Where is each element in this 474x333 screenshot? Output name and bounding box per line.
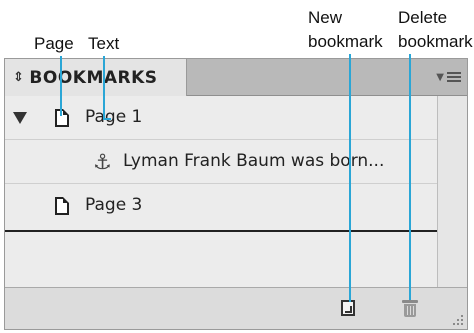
panel-menu-icon[interactable]: ▼ [431, 68, 461, 86]
expand-triangle-icon[interactable] [13, 112, 27, 124]
menu-lines-icon [447, 70, 461, 84]
callout-new-bookmark-line1: New [308, 8, 343, 27]
leader-line-page [60, 56, 62, 116]
menu-arrow-icon: ▼ [436, 71, 444, 83]
tab-bookmarks-label: BOOKMARKS [29, 67, 158, 88]
leader-line-delete [409, 54, 411, 300]
panel-tabstrip: ⇕ BOOKMARKS ▼ [5, 59, 467, 96]
callout-text: Text [88, 34, 120, 53]
trash-icon [404, 304, 416, 317]
callout-new-bookmark-line2: bookmark [308, 32, 383, 51]
new-bookmark-button[interactable] [341, 300, 355, 316]
bookmark-label: Page 1 [85, 107, 143, 127]
screenshot-stage: Page Text New bookmark Delete bookmark ⇕… [0, 0, 474, 333]
updown-chevron-icon[interactable]: ⇕ [13, 70, 24, 85]
vertical-scrollbar[interactable] [437, 96, 467, 288]
leader-line-text [103, 56, 105, 119]
anchor-icon: ⚓ [93, 150, 112, 174]
page-icon [55, 109, 69, 127]
tab-bookmarks[interactable]: ⇕ BOOKMARKS [5, 59, 187, 96]
delete-bookmark-button[interactable] [401, 298, 419, 318]
leader-line-text-hook [103, 118, 111, 120]
bookmark-row-text[interactable]: ⚓ Lyman Frank Baum was born... [5, 140, 437, 184]
bookmark-label: Page 3 [85, 195, 143, 215]
bookmark-row-page-1[interactable]: Page 1 [5, 96, 437, 140]
bookmark-list: Page 1 ⚓ Lyman Frank Baum was born... Pa… [5, 96, 437, 288]
panel-bottom-toolbar [5, 287, 467, 329]
bookmarks-panel: ⇕ BOOKMARKS ▼ Page 1 ⚓ Lyman Frank Baum … [4, 58, 468, 330]
callout-page: Page [34, 34, 74, 53]
callout-delete-bookmark-line2: bookmark [398, 32, 473, 51]
bookmark-row-page-3[interactable]: Page 3 [5, 184, 437, 228]
page-icon [55, 197, 69, 215]
callout-delete-bookmark-line1: Delete [398, 8, 448, 27]
leader-line-new [349, 54, 351, 302]
resize-grip-icon[interactable] [451, 313, 463, 325]
trash-lid-icon [402, 300, 418, 303]
empty-row [5, 232, 437, 274]
bookmark-label: Lyman Frank Baum was born... [123, 151, 385, 171]
